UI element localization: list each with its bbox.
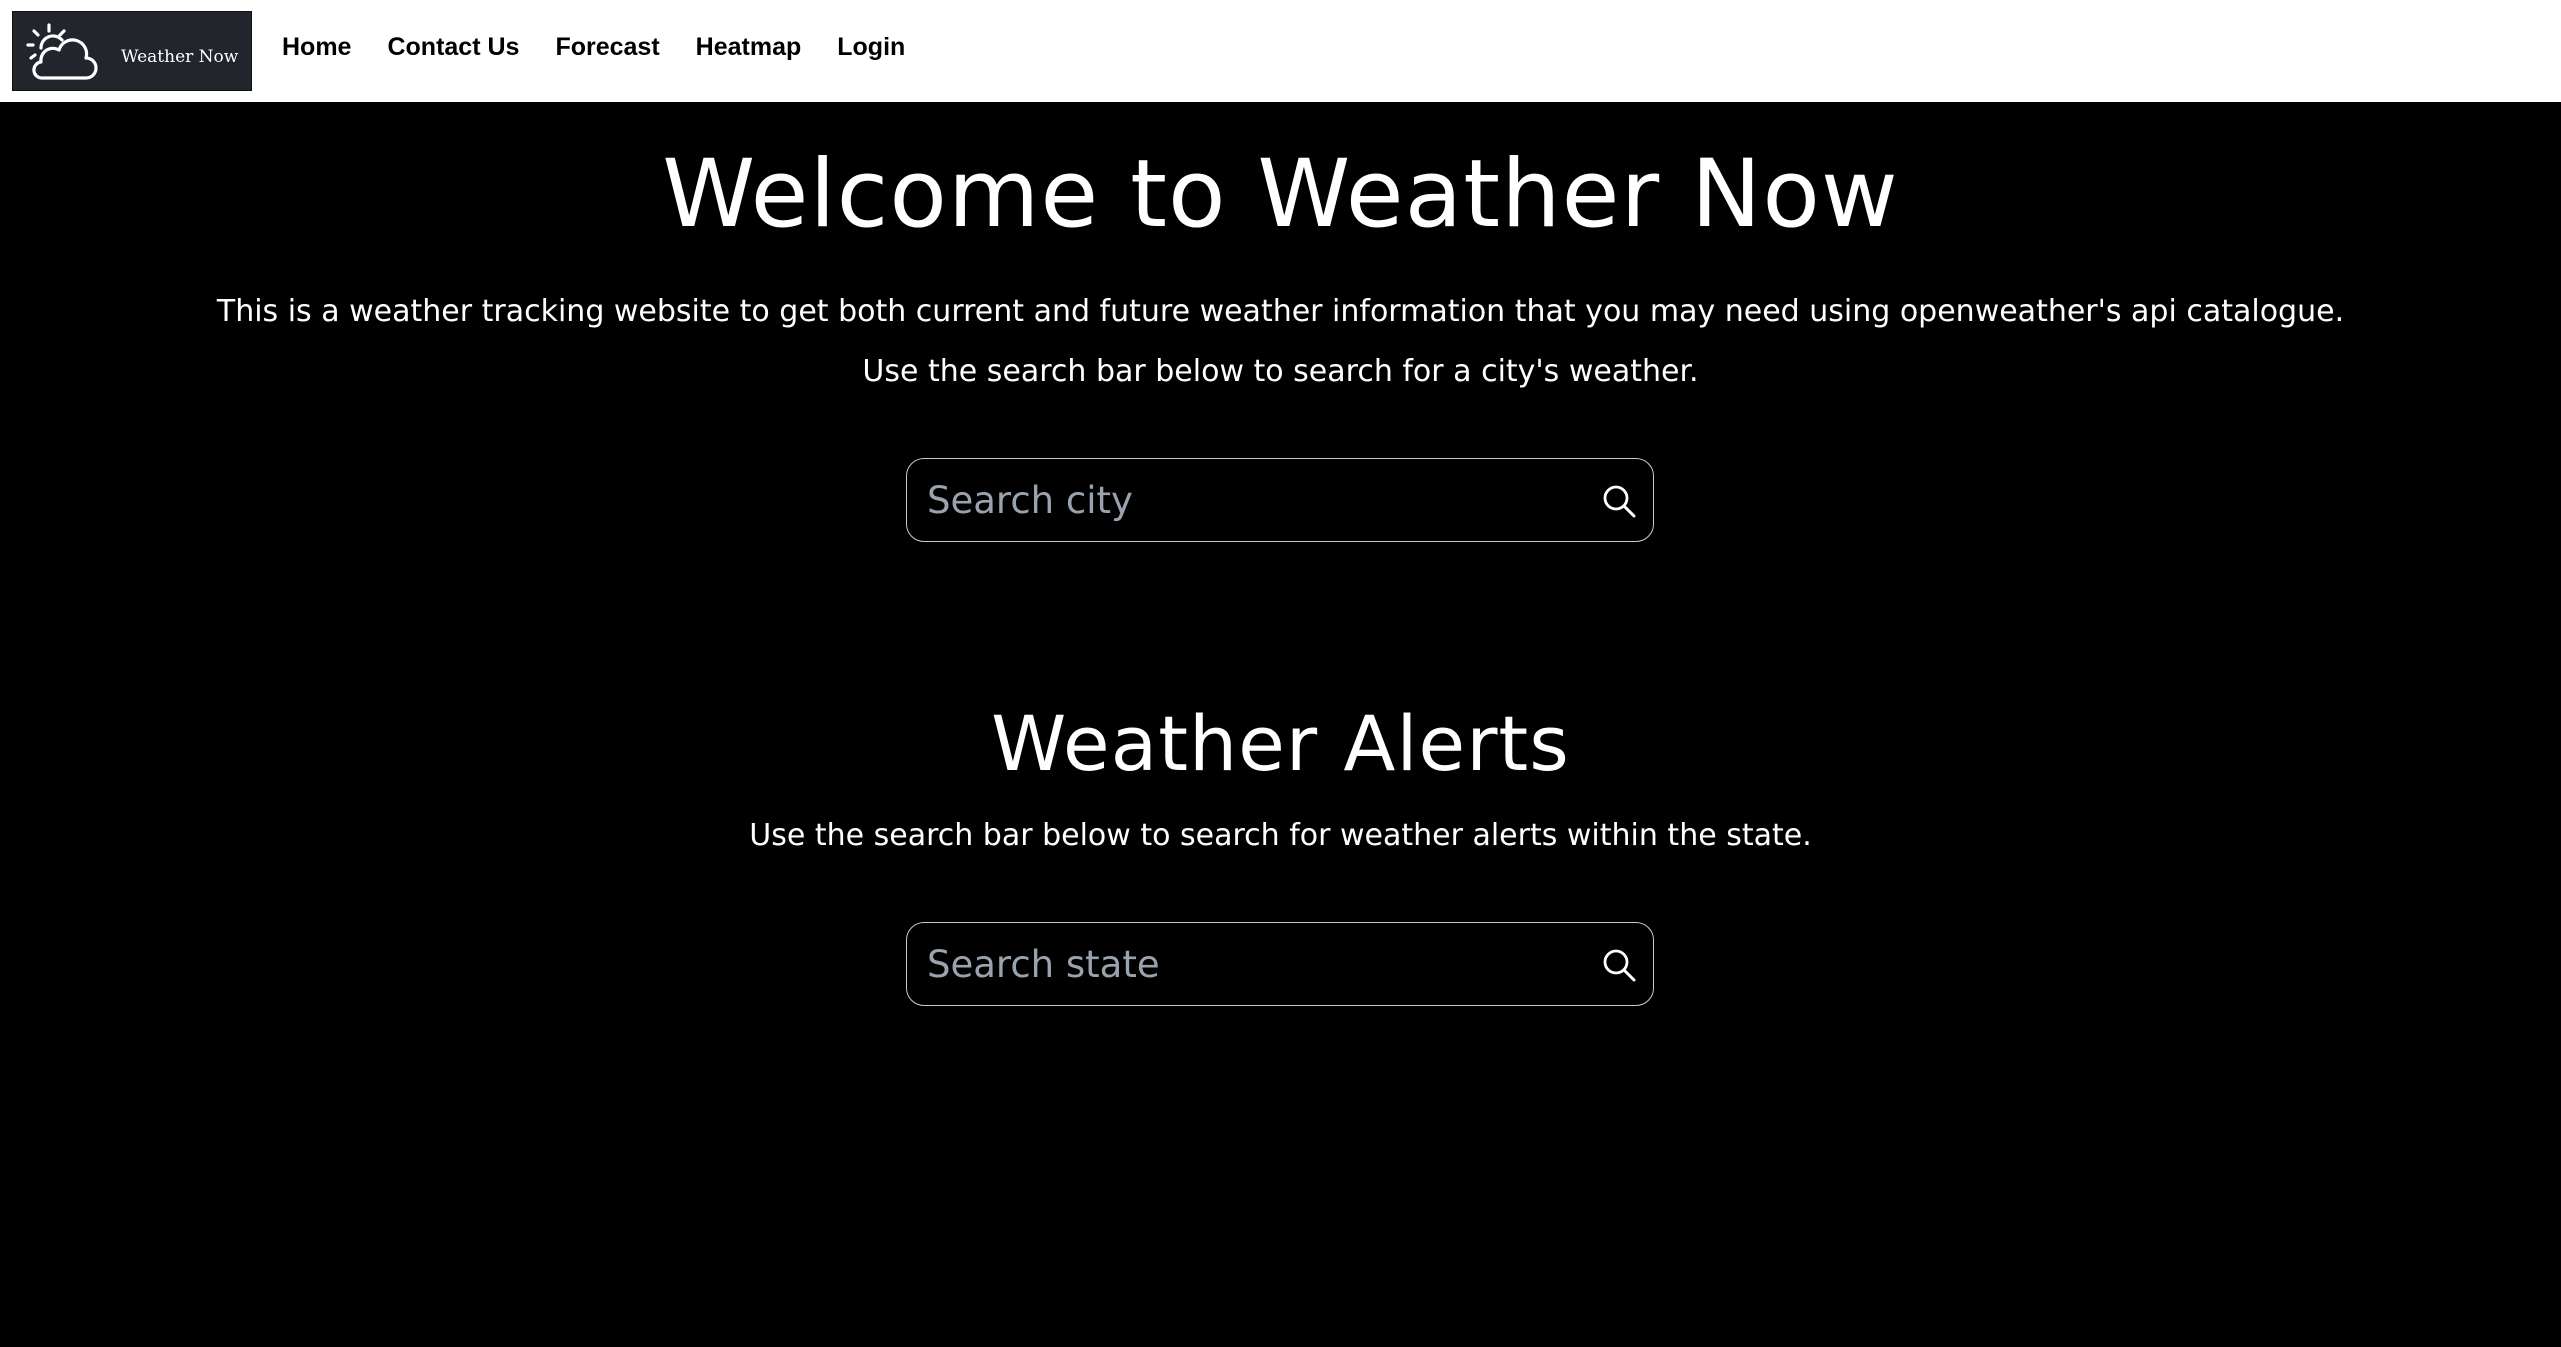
intro-text: This is a weather tracking website to ge… [216,294,2345,329]
nav-link-contact-us[interactable]: Contact Us [387,33,519,62]
search-icon[interactable] [1601,483,1637,519]
nav-link-forecast[interactable]: Forecast [555,33,659,62]
nav-links: Home Contact Us Forecast Heatmap Login [282,0,941,94]
state-search-instruction: Use the search bar below to search for w… [749,818,1812,853]
alerts-title: Weather Alerts [991,699,1570,788]
navbar: Weather Now Home Contact Us Forecast Hea… [0,0,2561,102]
city-search-input[interactable] [925,459,1569,541]
page-title: Welcome to Weather Now [662,140,1899,249]
site-logo[interactable]: Weather Now [12,11,252,91]
logo-text: Weather Now [121,47,239,67]
city-search-instruction: Use the search bar below to search for a… [862,354,1699,389]
nav-link-heatmap[interactable]: Heatmap [696,33,802,62]
city-search-bar [906,458,1654,542]
sun-cloud-icon [26,23,98,80]
nav-link-home[interactable]: Home [282,33,351,62]
state-search-input[interactable] [925,923,1569,1005]
main-content: Welcome to Weather Now This is a weather… [0,102,2561,1347]
search-icon[interactable] [1601,947,1637,983]
nav-link-login[interactable]: Login [837,33,905,62]
state-search-bar [906,922,1654,1006]
